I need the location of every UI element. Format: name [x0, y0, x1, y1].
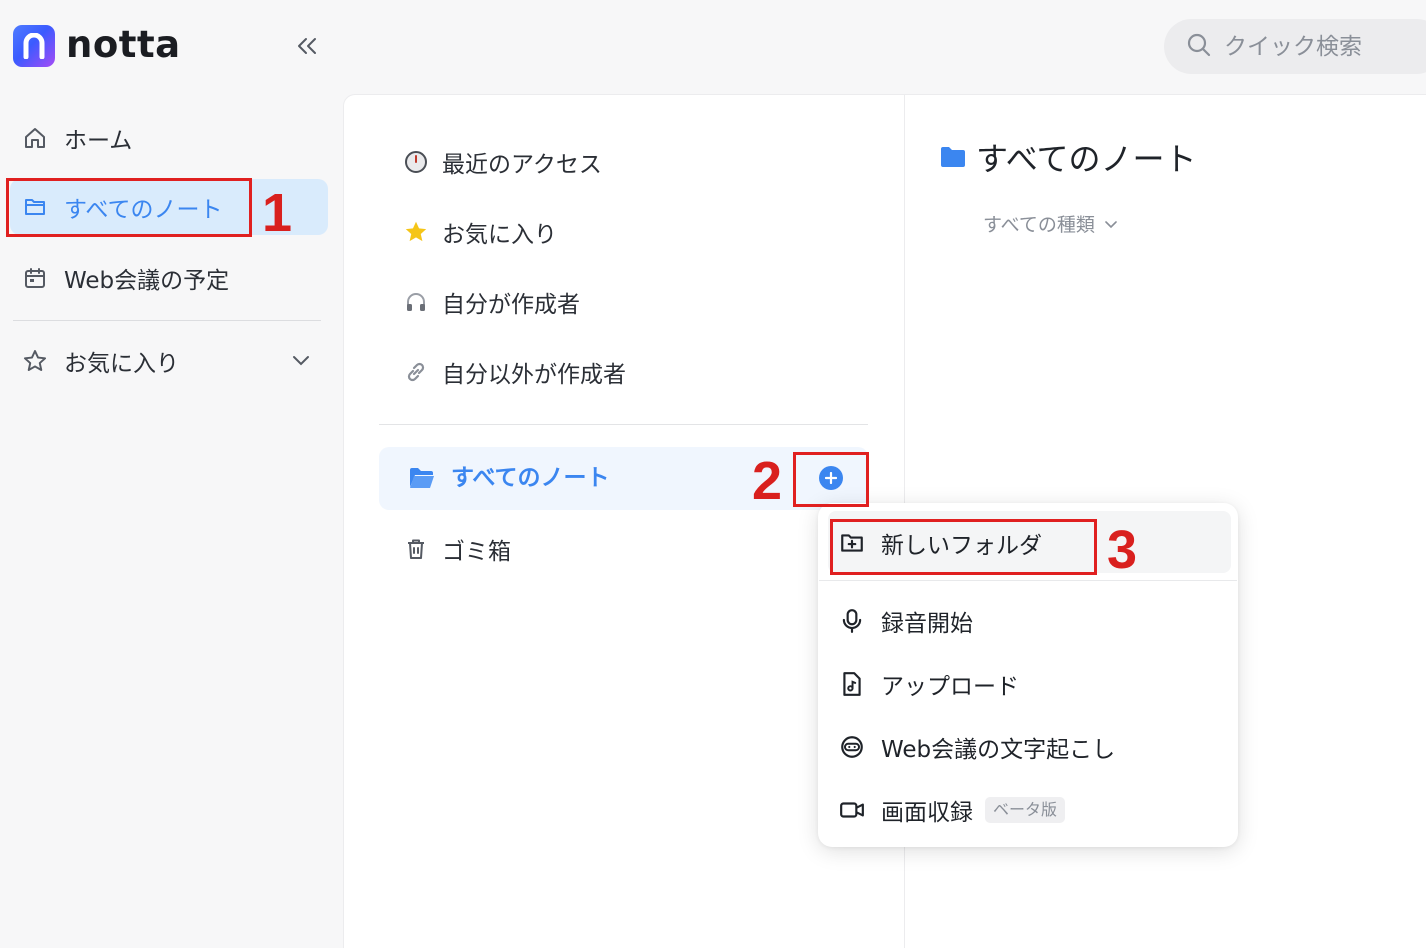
filter-label: 最近のアクセス: [442, 152, 602, 178]
filter-created-by-me[interactable]: 自分が作成者: [390, 274, 580, 330]
annotation-number-1: 1: [262, 183, 293, 243]
panel-divider: [379, 424, 868, 425]
trash-icon: [402, 535, 430, 563]
menu-item-record[interactable]: 録音開始: [838, 601, 973, 641]
menu-item-upload[interactable]: アップロード: [838, 664, 1019, 704]
upload-file-icon: [838, 670, 866, 698]
menu-item-label: アップロード: [881, 674, 1019, 700]
folder-label: すべてのノート: [451, 465, 610, 491]
menu-item-meeting-transcription[interactable]: Web会議の文字起こし: [838, 727, 1115, 767]
folder-icon: [940, 145, 966, 173]
filter-created-by-others[interactable]: 自分以外が作成者: [390, 344, 626, 400]
menu-divider: [819, 580, 1237, 581]
collapse-sidebar-icon[interactable]: [294, 33, 320, 59]
page-title: すべてのノート: [976, 140, 1197, 178]
filter-recent[interactable]: 最近のアクセス: [390, 134, 602, 190]
sidebar-divider: [13, 320, 321, 321]
type-filter-label: すべての種類: [983, 214, 1095, 236]
microphone-icon: [838, 607, 866, 635]
trash-item[interactable]: ゴミ箱: [390, 521, 511, 577]
app-logo-text: notta: [66, 23, 181, 66]
filter-label: 自分が作成者: [442, 292, 580, 318]
video-icon: [838, 796, 866, 824]
sidebar-item-label: ホーム: [64, 128, 133, 154]
chevron-down-icon[interactable]: [292, 355, 310, 367]
annotation-box-2: [793, 452, 869, 507]
filter-label: お気に入り: [442, 222, 557, 248]
annotation-number-2: 2: [752, 451, 783, 511]
beta-badge: ベータ版: [985, 797, 1066, 823]
sidebar-item-meetings[interactable]: Web会議の予定: [10, 250, 328, 306]
filter-favorites[interactable]: お気に入り: [390, 204, 557, 260]
folder-open-icon: [408, 465, 436, 495]
meeting-bot-icon: [838, 733, 866, 761]
menu-item-label: 録音開始: [881, 611, 973, 637]
search-icon: [1186, 32, 1212, 62]
search-bar[interactable]: [1164, 19, 1426, 74]
menu-item-label: Web会議の文字起こし: [881, 737, 1116, 763]
search-input[interactable]: [1224, 33, 1424, 60]
annotation-box-1: [6, 178, 252, 237]
link-icon: [402, 358, 430, 386]
chevron-down-icon: [1105, 221, 1117, 229]
star-outline-icon: [22, 348, 48, 374]
sidebar-item-favorites[interactable]: お気に入り: [10, 333, 328, 389]
trash-label: ゴミ箱: [442, 539, 511, 565]
annotation-number-3: 3: [1107, 520, 1138, 580]
sidebar-item-home[interactable]: ホーム: [10, 110, 328, 166]
sidebar-item-label: Web会議の予定: [64, 268, 230, 294]
filter-label: 自分以外が作成者: [442, 362, 626, 388]
type-filter-dropdown[interactable]: すべての種類: [983, 212, 1117, 238]
menu-item-label: 画面収録: [881, 800, 973, 826]
clock-icon: [402, 148, 430, 176]
star-icon: [402, 218, 430, 246]
home-icon: [22, 125, 48, 151]
menu-item-screen-record[interactable]: 画面収録 ベータ版: [838, 790, 1066, 830]
notta-logo-icon: [13, 25, 55, 67]
headphones-icon: [402, 288, 430, 316]
sidebar-item-label: お気に入り: [64, 351, 179, 377]
annotation-box-3: [830, 519, 1097, 575]
calendar-icon: [22, 265, 48, 291]
